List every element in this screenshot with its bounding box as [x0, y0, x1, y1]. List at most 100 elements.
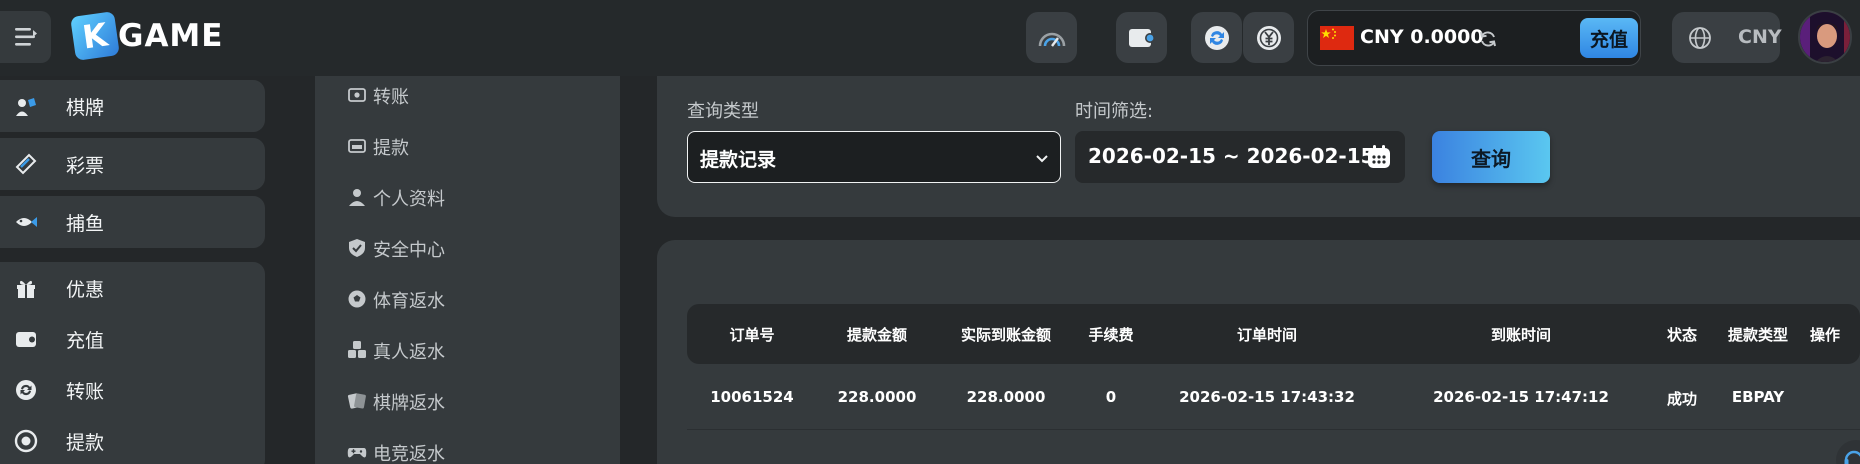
submenu-item-transfer[interactable]: 转账: [315, 76, 620, 116]
sidebar: 棋牌 彩票 捕鱼 优惠 充值 转账 提款: [0, 76, 286, 464]
submenu-item-sports-rebate[interactable]: 体育返水: [315, 280, 620, 320]
yuan-button[interactable]: [1243, 12, 1294, 63]
submenu-item-label: 真人返水: [373, 342, 445, 363]
logo-mark[interactable]: K: [70, 11, 120, 61]
calendar-icon[interactable]: [1366, 144, 1392, 170]
column-header: 提款金额: [846, 326, 908, 344]
query-button[interactable]: 查询: [1432, 131, 1550, 183]
fee: 0: [1105, 388, 1117, 406]
date-range-value: 2026-02-15 ~ 2026-02-15: [1088, 144, 1375, 168]
column-header: 手续费: [1088, 326, 1134, 344]
table-header: 订单号 提款金额 实际到账金额 手续费 订单时间 到账时间 状态 提款类型 操作: [687, 304, 1860, 364]
query-type-value: 提款记录: [700, 149, 777, 171]
transfer-icon: [16, 380, 36, 400]
time-filter-label: 时间筛选:: [1075, 101, 1154, 122]
sidebar-item-promotions[interactable]: 优惠: [0, 262, 265, 314]
withdraw-type: EBPAY: [1731, 388, 1785, 406]
recharge-button[interactable]: 充值: [1580, 18, 1638, 58]
submenu-item-profile[interactable]: 个人资料: [315, 178, 620, 218]
yuan-coin-icon: [1256, 25, 1281, 50]
speed-button[interactable]: [1026, 12, 1077, 63]
balance-amount: CNY 0.0000: [1360, 26, 1484, 48]
sidebar-item-label: 棋牌: [66, 97, 105, 119]
logo-text[interactable]: GAME: [118, 18, 223, 54]
globe-icon: [1689, 27, 1711, 49]
exchange-button[interactable]: [1191, 12, 1242, 63]
speedometer-icon: [1038, 32, 1065, 47]
date-range-picker[interactable]: 2026-02-15 ~ 2026-02-15: [1075, 131, 1405, 183]
sidebar-item-label: 彩票: [66, 155, 105, 177]
user-icon: [349, 189, 365, 206]
query-type-select[interactable]: 提款记录: [687, 131, 1061, 183]
withdraw-icon: [348, 139, 366, 153]
column-header: 提款类型: [1727, 326, 1789, 344]
sidebar-item-chess[interactable]: 棋牌: [0, 80, 265, 132]
gamepad-icon: [347, 448, 367, 458]
submenu-item-chess-rebate[interactable]: 棋牌返水: [315, 382, 620, 422]
top-bar: K GAME CNY 0.0000 充值 CNY: [0, 0, 1860, 76]
gift-icon: [17, 280, 35, 298]
sidebar-item-label: 提款: [66, 432, 105, 454]
column-header: 实际到账金额: [960, 326, 1052, 344]
dice-icon: [348, 341, 366, 358]
submenu-item-label: 个人资料: [373, 189, 445, 210]
shield-icon: [349, 239, 365, 257]
sidebar-item-label: 优惠: [66, 279, 105, 301]
account-submenu: 转账 提款 个人资料 安全中心 体育返水 真人返水 棋牌返水 电竞返水: [315, 76, 620, 464]
sidebar-item-withdraw[interactable]: 提款: [0, 415, 265, 464]
order-time: 2026-02-15 17:43:32: [1179, 388, 1355, 406]
submenu-item-label: 体育返水: [373, 291, 445, 312]
sidebar-item-lottery[interactable]: 彩票: [0, 138, 265, 190]
wallet-balance-box: CNY 0.0000 充值: [1307, 10, 1641, 66]
wallet-icon: [16, 332, 36, 347]
submenu-item-security[interactable]: 安全中心: [315, 229, 620, 269]
headset-icon: [1844, 450, 1860, 464]
submenu-item-label: 电竞返水: [373, 444, 445, 464]
language-currency-selector[interactable]: CNY: [1672, 12, 1782, 63]
cards-icon: [16, 98, 36, 116]
submenu-item-label: 转账: [373, 87, 409, 108]
order-number: 10061524: [710, 388, 794, 406]
column-header: 操作: [1809, 326, 1841, 344]
soccer-icon: [348, 290, 366, 308]
table-row: 10061524 228.0000 228.0000 0 2026-02-15 …: [687, 364, 1860, 430]
withdraw-icon: [14, 429, 38, 453]
sidebar-account-group: 优惠 充值 转账 提款: [0, 262, 265, 464]
status: 成功: [1666, 390, 1698, 408]
wallet-button[interactable]: [1116, 12, 1167, 63]
sidebar-item-label: 充值: [66, 330, 105, 352]
query-type-label: 查询类型: [687, 101, 759, 122]
menu-toggle-button[interactable]: [0, 11, 51, 63]
results-panel: 订单号 提款金额 实际到账金额 手续费 订单时间 到账时间 状态 提款类型 操作…: [657, 240, 1860, 464]
column-header: 状态: [1666, 326, 1698, 344]
chevron-down-icon: [1036, 155, 1048, 163]
refresh-icon[interactable]: [1478, 29, 1498, 49]
column-header: 订单时间: [1236, 326, 1298, 344]
fish-icon: [16, 217, 37, 227]
sidebar-item-label: 转账: [66, 381, 105, 403]
transfer-icon: [348, 88, 366, 102]
currency-label: CNY: [1738, 26, 1782, 48]
sidebar-item-fishing[interactable]: 捕鱼: [0, 196, 265, 248]
menu-icon: [14, 28, 37, 46]
avatar[interactable]: [1798, 10, 1852, 64]
exchange-icon: [1204, 25, 1229, 50]
actual-amount: 228.0000: [966, 388, 1046, 406]
withdraw-amount: 228.0000: [837, 388, 917, 406]
query-panel: 查询类型 提款记录 时间筛选: 2026-02-15 ~ 2026-02-15 …: [657, 76, 1860, 217]
lottery-ticket-icon: [15, 153, 37, 175]
wallet-icon: [1128, 28, 1155, 47]
submenu-item-label: 安全中心: [373, 240, 445, 261]
submenu-item-withdraw[interactable]: 提款: [315, 127, 620, 167]
submenu-item-esports-rebate[interactable]: 电竞返水: [315, 433, 620, 464]
column-header: 到账时间: [1490, 326, 1552, 344]
sidebar-item-label: 捕鱼: [66, 213, 105, 235]
avatar-image: [1800, 12, 1850, 62]
arrival-time: 2026-02-15 17:47:12: [1433, 388, 1609, 406]
column-header: 订单号: [729, 326, 775, 344]
submenu-item-live-rebate[interactable]: 真人返水: [315, 331, 620, 371]
submenu-item-label: 提款: [373, 138, 409, 159]
sidebar-item-transfer[interactable]: 转账: [0, 364, 265, 416]
submenu-item-label: 棋牌返水: [373, 393, 445, 414]
sidebar-item-deposit[interactable]: 充值: [0, 313, 265, 365]
